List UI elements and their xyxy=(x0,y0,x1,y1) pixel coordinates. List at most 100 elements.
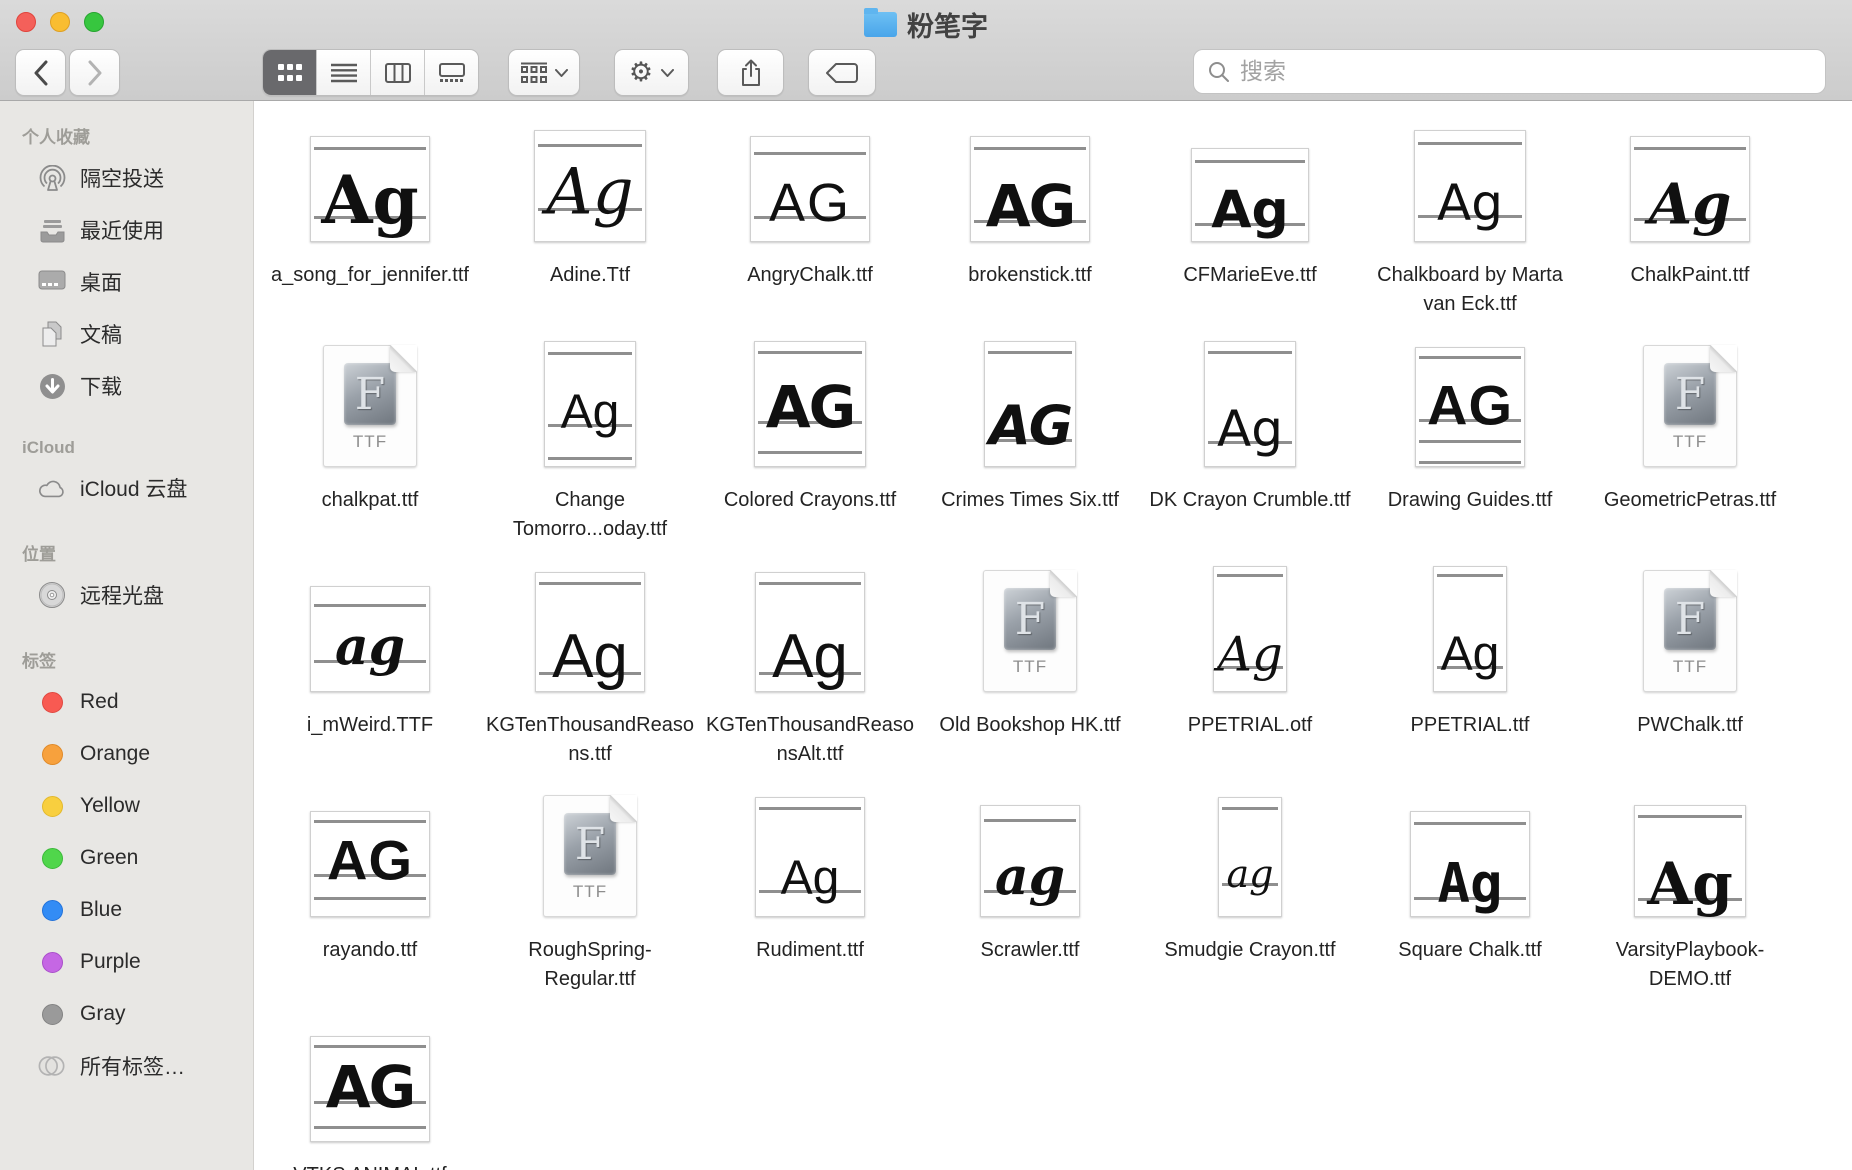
file-tile[interactable]: F TTF GeometricPetras.ttf xyxy=(1580,335,1800,560)
font-sample-glyph: Ag xyxy=(1214,631,1286,679)
search-input[interactable] xyxy=(1238,57,1811,86)
sidebar-item-下载[interactable]: 下载 xyxy=(0,360,253,412)
icon-view-button[interactable] xyxy=(263,50,317,95)
file-tile[interactable]: ag Smudgie Crayon.ttf xyxy=(1140,785,1360,1010)
tag-icon xyxy=(826,63,858,83)
font-sample-glyph: AG xyxy=(751,176,869,230)
file-tile[interactable]: F TTF PWChalk.ttf xyxy=(1580,560,1800,785)
sidebar-item-label: 下载 xyxy=(80,371,122,401)
file-tile[interactable]: Ag Adine.Ttf xyxy=(480,110,700,335)
sidebar-item-yellow[interactable]: Yellow xyxy=(0,780,253,832)
sidebar-item-gray[interactable]: Gray xyxy=(0,988,253,1040)
file-name-label: AngryChalk.ttf xyxy=(706,261,914,290)
search-field[interactable] xyxy=(1193,49,1826,94)
tag-button[interactable] xyxy=(808,49,876,96)
file-tile[interactable]: Ag a_song_for_jennifer.ttf xyxy=(260,110,480,335)
file-tile[interactable]: AG Drawing Guides.ttf xyxy=(1360,335,1580,560)
folder-icon xyxy=(864,12,897,37)
file-tile[interactable]: AG VTKS ANIMAL.ttf xyxy=(260,1010,480,1170)
column-view-button[interactable] xyxy=(371,50,425,95)
sidebar-item-red[interactable]: Red xyxy=(0,676,253,728)
file-name-label: Smudgie Crayon.ttf xyxy=(1146,936,1354,965)
font-preview-icon: ag xyxy=(980,805,1080,917)
file-name-label: Change Tomorro...oday.ttf xyxy=(486,486,694,544)
file-tile[interactable]: ag Scrawler.ttf xyxy=(920,785,1140,1010)
file-icon-slot: ag xyxy=(1218,785,1282,917)
chevron-down-icon xyxy=(661,69,674,77)
file-tile[interactable]: Ag Change Tomorro...oday.ttf xyxy=(480,335,700,560)
action-menu-button[interactable]: ⚙ xyxy=(614,49,689,96)
sidebar-item-远程光盘[interactable]: 远程光盘 xyxy=(0,569,253,621)
file-tile[interactable]: Ag KGTenThousandReasons.ttf xyxy=(480,560,700,785)
sidebar-item-桌面[interactable]: 桌面 xyxy=(0,256,253,308)
font-preview-icon: AG xyxy=(970,136,1090,242)
sidebar-item-最近使用[interactable]: 最近使用 xyxy=(0,204,253,256)
file-tile[interactable]: AG Crimes Times Six.ttf xyxy=(920,335,1140,560)
font-sample-glyph: Ag xyxy=(1434,631,1506,679)
file-tile[interactable]: Ag ChalkPaint.ttf xyxy=(1580,110,1800,335)
sidebar-section-header: 标签 xyxy=(0,647,253,676)
back-button[interactable] xyxy=(15,49,66,96)
sidebar-item-orange[interactable]: Orange xyxy=(0,728,253,780)
file-tile[interactable]: Ag PPETRIAL.ttf xyxy=(1360,560,1580,785)
font-sample-glyph: Ag xyxy=(756,855,864,903)
file-tile[interactable]: F TTF RoughSpring-Regular.ttf xyxy=(480,785,700,1010)
ttf-document-icon: F TTF xyxy=(1643,570,1737,692)
sidebar-item-blue[interactable]: Blue xyxy=(0,884,253,936)
font-sample-glyph: Ag xyxy=(311,167,429,233)
file-tile[interactable]: AG AngryChalk.ttf xyxy=(700,110,920,335)
recents-icon xyxy=(38,216,66,244)
file-tile[interactable]: Ag CFMarieEve.ttf xyxy=(1140,110,1360,335)
sidebar-item-文稿[interactable]: 文稿 xyxy=(0,308,253,360)
file-tile[interactable]: Ag PPETRIAL.otf xyxy=(1140,560,1360,785)
file-tile[interactable]: Ag Square Chalk.ttf xyxy=(1360,785,1580,1010)
file-icon-slot: ag xyxy=(980,785,1080,917)
file-tile[interactable]: AG brokenstick.ttf xyxy=(920,110,1140,335)
file-tile[interactable]: Ag Rudiment.ttf xyxy=(700,785,920,1010)
file-name-label: VarsityPlaybook-DEMO.ttf xyxy=(1586,936,1794,994)
file-tile[interactable]: Ag DK Crayon Crumble.ttf xyxy=(1140,335,1360,560)
ttf-document-icon: F TTF xyxy=(543,795,637,917)
sidebar-item-green[interactable]: Green xyxy=(0,832,253,884)
file-tile[interactable]: ag i_mWeird.TTF xyxy=(260,560,480,785)
gallery-view-button[interactable] xyxy=(425,50,478,95)
sidebar-item-purple[interactable]: Purple xyxy=(0,936,253,988)
font-sample-glyph: ag xyxy=(1219,855,1281,893)
icloud-icon xyxy=(38,474,66,502)
file-tile[interactable]: F TTF chalkpat.ttf xyxy=(260,335,480,560)
font-sample-glyph: AG xyxy=(1416,377,1524,433)
file-icon-slot: Ag xyxy=(534,110,646,242)
page-fold xyxy=(1710,570,1737,597)
file-tile[interactable]: AG Colored Crayons.ttf xyxy=(700,335,920,560)
file-name-label: PPETRIAL.otf xyxy=(1146,711,1354,740)
sidebar-section: 位置 远程光盘 xyxy=(0,540,253,621)
group-by-button[interactable] xyxy=(508,49,580,96)
tag-circle xyxy=(38,948,66,976)
sidebar-item-隔空投送[interactable]: 隔空投送 xyxy=(0,152,253,204)
ttf-document-icon: F TTF xyxy=(983,570,1077,692)
file-tile[interactable]: AG rayando.ttf xyxy=(260,785,480,1010)
file-tile[interactable]: Ag Chalkboard by Marta van Eck.ttf xyxy=(1360,110,1580,335)
ttf-badge: TTF xyxy=(1644,657,1736,677)
font-sample-glyph: Ag xyxy=(536,626,644,688)
sidebar-section-header: 位置 xyxy=(0,540,253,569)
file-name-label: chalkpat.ttf xyxy=(266,486,474,515)
file-icon-slot: AG xyxy=(754,335,866,467)
file-tile[interactable]: Ag KGTenThousandReasonsAlt.ttf xyxy=(700,560,920,785)
font-preview-icon: Ag xyxy=(755,797,865,917)
finder-window: 粉笔字 xyxy=(0,0,1852,1170)
share-button[interactable] xyxy=(717,49,784,96)
file-tile[interactable]: Ag VarsityPlaybook-DEMO.ttf xyxy=(1580,785,1800,1010)
file-icon-slot: AG xyxy=(750,110,870,242)
group-by-icon xyxy=(521,62,547,84)
file-icon-slot: Ag xyxy=(755,785,865,917)
sidebar-item-icloud-云盘[interactable]: iCloud 云盘 xyxy=(0,462,253,514)
list-view-button[interactable] xyxy=(317,50,371,95)
sidebar-item-所有标签…[interactable]: 所有标签… xyxy=(0,1040,253,1092)
font-sample-glyph: ag xyxy=(311,621,429,673)
file-name-label: rayando.ttf xyxy=(266,936,474,965)
sidebar-item-label: iCloud 云盘 xyxy=(80,473,187,503)
forward-button[interactable] xyxy=(69,49,120,96)
font-sample-glyph: AG xyxy=(985,399,1075,453)
file-tile[interactable]: F TTF Old Bookshop HK.ttf xyxy=(920,560,1140,785)
